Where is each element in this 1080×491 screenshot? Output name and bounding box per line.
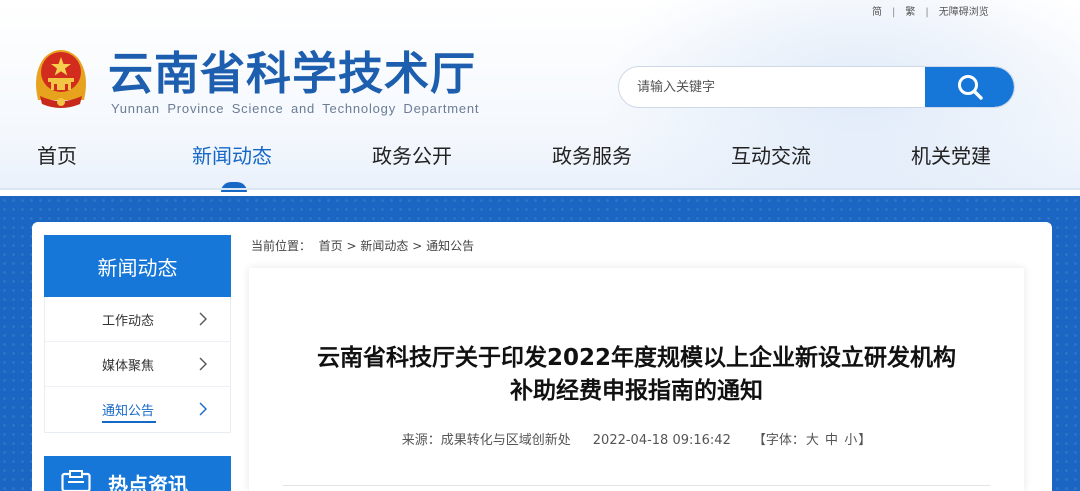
article-title-line: 补助经费申报指南的通知 — [510, 378, 763, 404]
sidebar-item-notices[interactable]: 通知公告 — [45, 387, 230, 432]
font-size-suffix: 】 — [858, 433, 872, 448]
font-size-small-button[interactable]: 小 — [844, 433, 857, 448]
separator: | — [892, 7, 896, 18]
sidebar-item-label: 工作动态 — [102, 314, 155, 329]
site-title-en: Yunnan Province Science and Technology D… — [111, 101, 480, 116]
chevron-right-icon — [199, 402, 207, 416]
breadcrumb-separator: > — [412, 239, 423, 253]
breadcrumb-notices[interactable]: 通知公告 — [426, 239, 474, 253]
simplified-link[interactable]: 简 — [872, 3, 882, 18]
search-bar — [618, 66, 1015, 108]
nav-gov-services[interactable]: 政务服务 — [552, 138, 632, 174]
sidebar-item-media-focus[interactable]: 媒体聚焦 — [45, 342, 230, 387]
separator: | — [925, 7, 929, 18]
article-meta: 来源：成果转化与区域创新处 2022-04-18 09:16:42 【字体：大 中 … — [249, 429, 1024, 448]
search-icon — [957, 75, 983, 100]
nav-home[interactable]: 首页 — [37, 138, 77, 174]
traditional-link[interactable]: 繁 — [905, 3, 915, 18]
sidebar-item-label: 通知公告 — [102, 404, 155, 419]
nav-active-indicator — [221, 182, 247, 192]
sidebar-menu: 工作动态 媒体聚焦 通知公告 — [44, 297, 231, 433]
article-card: 云南省科技厅关于印发2022年度规模以上企业新设立研发机构 补助经费申报指南的通… — [249, 268, 1024, 491]
hot-news-title: 热点资讯 — [108, 473, 188, 491]
breadcrumb-home[interactable]: 首页 — [319, 239, 343, 253]
top-links: 简 | 繁 | 无障碍浏览 — [872, 3, 989, 18]
sidebar-title: 新闻动态 — [44, 235, 231, 297]
breadcrumb: 当前位置： 首页 > 新闻动态 > 通知公告 — [251, 237, 474, 254]
news-icon — [61, 470, 91, 491]
header-divider — [0, 188, 1080, 190]
hot-news-section[interactable]: 热点资讯 — [44, 456, 231, 491]
font-size-medium-button[interactable]: 中 — [825, 433, 838, 448]
nav-news[interactable]: 新闻动态 — [192, 138, 272, 174]
active-underline — [102, 421, 156, 423]
site-header: 简 | 繁 | 无障碍浏览 云南省科学技术厅 Yunnan Province Scien… — [0, 0, 1080, 190]
main-nav: 首页 新闻动态 政务公开 政务服务 互动交流 机关党建 — [0, 138, 1080, 178]
breadcrumb-separator: > — [346, 239, 357, 253]
article-source: 来源：成果转化与区域创新处 — [401, 433, 571, 448]
search-input[interactable] — [619, 67, 925, 107]
site-title-cn: 云南省科学技术厅 — [108, 47, 477, 100]
article-title: 云南省科技厅关于印发2022年度规模以上企业新设立研发机构 补助经费申报指南的通… — [249, 342, 1024, 408]
search-button[interactable] — [925, 67, 1014, 107]
breadcrumb-news[interactable]: 新闻动态 — [360, 239, 408, 253]
nav-gov-affairs[interactable]: 政务公开 — [372, 138, 452, 174]
chevron-right-icon — [199, 357, 207, 371]
nav-interaction[interactable]: 互动交流 — [731, 138, 811, 174]
article-title-line: 云南省科技厅关于印发2022年度规模以上企业新设立研发机构 — [316, 345, 956, 371]
chevron-right-icon — [199, 312, 207, 326]
national-emblem-icon — [30, 44, 92, 110]
breadcrumb-prefix: 当前位置： — [251, 239, 312, 253]
font-size-prefix: 【字体： — [752, 433, 805, 448]
sidebar-item-work-news[interactable]: 工作动态 — [45, 297, 230, 342]
nav-party-building[interactable]: 机关党建 — [911, 138, 991, 174]
sidebar-item-label: 媒体聚焦 — [102, 359, 155, 374]
article-divider — [283, 485, 990, 486]
article-datetime: 2022-04-18 09:16:42 — [592, 433, 731, 448]
font-size-large-button[interactable]: 大 — [806, 433, 819, 448]
accessibility-link[interactable]: 无障碍浏览 — [939, 3, 989, 18]
